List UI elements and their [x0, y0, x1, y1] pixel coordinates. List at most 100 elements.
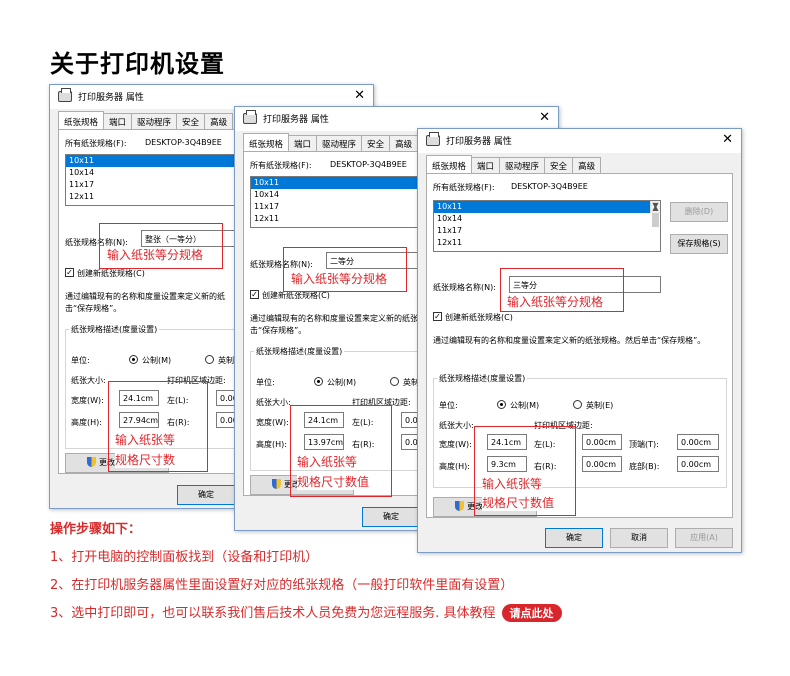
cancel-button[interactable]: 取消 [610, 528, 668, 548]
printer-icon [243, 110, 257, 124]
create-new-form-checkbox[interactable]: ✓ [65, 268, 74, 277]
list-item[interactable]: 10x14 [434, 213, 660, 225]
ok-button[interactable]: 确定 [177, 485, 235, 505]
tab-drivers[interactable]: 驱动程序 [499, 157, 546, 173]
form-name-label: 纸张规格名称(N): [250, 260, 313, 269]
shield-icon [87, 457, 96, 467]
tab-advanced[interactable]: 高级 [389, 135, 419, 151]
delete-form-button[interactable]: 删除(D) [670, 202, 728, 222]
tab-ports[interactable]: 端口 [103, 113, 133, 129]
step-3-text: 3、选中打印即可，也可以联系我们售后技术人员免费为您远程服务. 具体教程 [50, 606, 496, 621]
width-label: 宽度(W): [256, 418, 289, 427]
shield-icon [272, 479, 281, 489]
margins-label: 打印机区域边距: [352, 398, 411, 407]
dialog-title: 打印服务器 属性 [263, 115, 329, 125]
english-radio[interactable] [205, 355, 214, 364]
size-hint-1a: 输入纸张等 [115, 433, 176, 448]
tab-advanced[interactable]: 高级 [572, 157, 602, 173]
metric-radio[interactable] [129, 355, 138, 364]
tab-ports[interactable]: 端口 [288, 135, 318, 151]
height-input[interactable]: 27.94cm [119, 412, 159, 428]
description-text-line-2: 击“保存规格”。 [250, 326, 307, 335]
tab-bar: 纸张规格 端口 驱动程序 安全 高级 [426, 155, 602, 173]
width-label: 宽度(W): [439, 440, 472, 449]
list-item[interactable]: 12x11 [434, 237, 660, 249]
form-name-input[interactable]: 整张（一等分） [141, 230, 241, 247]
top-margin-input[interactable]: 0.00cm [677, 434, 719, 450]
height-input[interactable]: 9.3cm [487, 456, 527, 472]
units-label: 单位: [439, 401, 458, 410]
measurements-group-label: 纸张规格描述(度量设置) [69, 324, 160, 335]
page-title: 关于打印机设置 [50, 50, 225, 78]
tutorial-link-button[interactable]: 请点此处 [501, 604, 562, 622]
tab-security[interactable]: 安全 [176, 113, 206, 129]
forms-list-scrollbar[interactable]: ▲ ▼ [650, 200, 660, 227]
list-item[interactable]: 10x11 [434, 201, 660, 213]
tab-drivers[interactable]: 驱动程序 [316, 135, 363, 151]
tab-advanced[interactable]: 高级 [204, 113, 234, 129]
create-new-form-checkbox[interactable]: ✓ [433, 312, 442, 321]
create-new-form-checkbox[interactable]: ✓ [250, 290, 259, 299]
scroll-thumb[interactable] [652, 213, 659, 227]
width-input[interactable]: 24.1cm [119, 390, 159, 406]
description-text: 通过编辑现有的名称和度量设置来定义新的纸张 [250, 314, 418, 323]
tab-bar: 纸张规格 端口 驱动程序 安全 高级 [243, 133, 419, 151]
right-margin-input[interactable]: 0.00cm [582, 456, 622, 472]
english-radio[interactable] [390, 377, 399, 386]
left-margin-input[interactable]: 0.00cm [582, 434, 622, 450]
dialog-titlebar[interactable]: 打印服务器 属性 ✕ [418, 129, 741, 153]
tab-drivers[interactable]: 驱动程序 [131, 113, 178, 129]
dialog-title: 打印服务器 属性 [78, 93, 144, 103]
right-margin-label: 右(R): [167, 418, 190, 427]
tab-forms[interactable]: 纸张规格 [243, 133, 290, 151]
tab-security[interactable]: 安全 [544, 157, 574, 173]
create-new-form-label: 创建新纸张规格(C) [77, 269, 145, 278]
width-input[interactable]: 24.1cm [487, 434, 527, 450]
list-item[interactable]: 11x17 [434, 225, 660, 237]
height-label: 高度(H): [439, 462, 470, 471]
description-text-line-2: 击“保存规格”。 [65, 304, 122, 313]
save-form-button[interactable]: 保存规格(S) [670, 234, 728, 254]
description-text: 通过编辑现有的名称和度量设置来定义新的纸张规格。然后单击“保存规格”。 [433, 336, 706, 345]
tab-security[interactable]: 安全 [361, 135, 391, 151]
left-margin-label: 左(L): [167, 396, 189, 405]
paper-size-label: 纸张大小: [71, 376, 106, 385]
width-input[interactable]: 24.1cm [304, 412, 344, 428]
close-icon[interactable]: ✕ [539, 110, 550, 126]
computer-name: DESKTOP-3Q4B9EE [511, 182, 588, 191]
tab-forms[interactable]: 纸张规格 [58, 111, 105, 129]
form-name-hint-1: 输入纸张等分规格 [107, 248, 204, 263]
tab-bar: 纸张规格 端口 驱动程序 安全 高级 [58, 111, 234, 129]
right-margin-label: 右(R): [352, 440, 375, 449]
width-label: 宽度(W): [71, 396, 104, 405]
size-hint-1b: 规格尺寸数 [115, 453, 176, 468]
tab-forms[interactable]: 纸张规格 [426, 155, 473, 173]
close-icon[interactable]: ✕ [722, 132, 733, 148]
form-name-input[interactable]: 三等分 [509, 276, 661, 293]
bottom-margin-input[interactable]: 0.00cm [677, 456, 719, 472]
english-radio[interactable] [573, 400, 582, 409]
metric-radio[interactable] [314, 377, 323, 386]
height-input[interactable]: 13.97cm [304, 434, 344, 450]
height-label: 高度(H): [256, 440, 287, 449]
create-new-form-label: 创建新纸张规格(C) [262, 291, 330, 300]
step-1: 1、打开电脑的控制面板找到（设备和打印机） [50, 550, 319, 565]
description-text: 通过编辑现有的名称和度量设置来定义新的纸 [65, 292, 225, 301]
form-name-hint-3: 输入纸张等分规格 [507, 295, 604, 310]
ok-button[interactable]: 确定 [545, 528, 603, 548]
size-hint-2b: 规格尺寸数值 [297, 475, 370, 490]
close-icon[interactable]: ✕ [354, 88, 365, 104]
metric-radio[interactable] [497, 400, 506, 409]
height-label: 高度(H): [71, 418, 102, 427]
forms-list[interactable]: 10x11 10x14 11x17 12x11 ▲ ▼ [433, 200, 661, 252]
scroll-down-icon[interactable]: ▼ [651, 200, 660, 212]
metric-label: 公制(M) [510, 401, 540, 410]
form-name-input[interactable]: 二等分 [326, 252, 426, 269]
tab-ports[interactable]: 端口 [471, 157, 501, 173]
all-forms-label: 所有纸张规格(F): [65, 139, 127, 148]
ok-button[interactable]: 确定 [362, 507, 420, 527]
apply-button[interactable]: 应用(A) [675, 528, 733, 548]
size-hint-3b: 规格尺寸数值 [482, 496, 555, 511]
bottom-margin-label: 底部(B): [629, 462, 660, 471]
left-margin-label: 左(L): [352, 418, 374, 427]
